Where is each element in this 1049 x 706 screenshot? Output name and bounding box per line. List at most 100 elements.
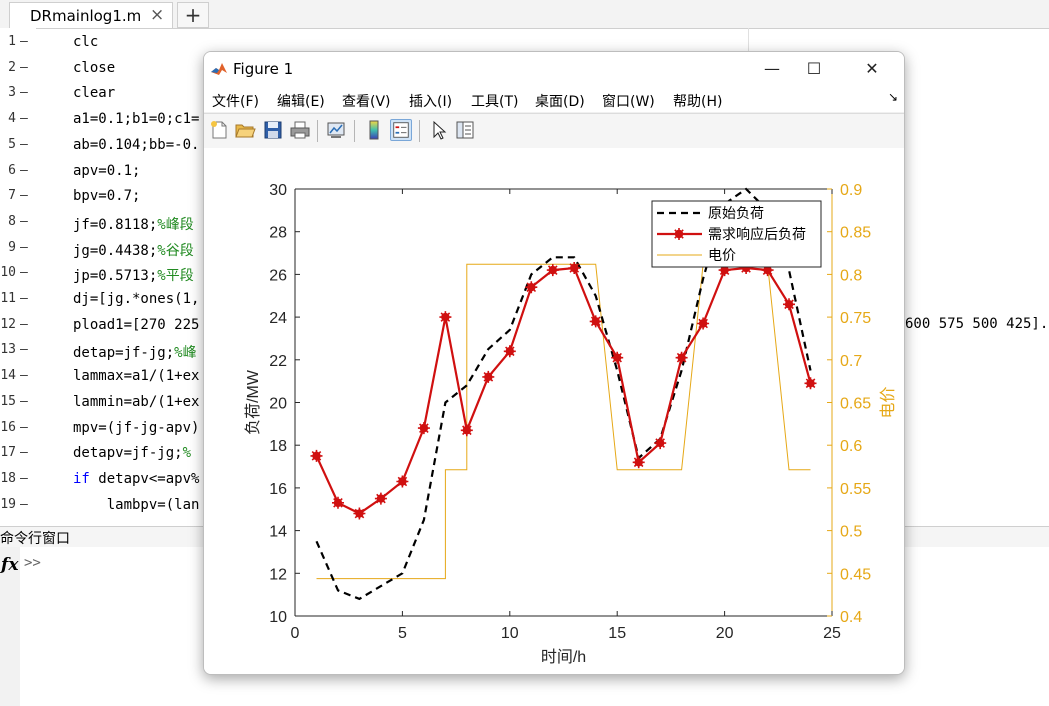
maximize-button[interactable]: ☐ xyxy=(794,56,834,82)
link-plot-icon[interactable] xyxy=(325,119,347,141)
line-number: 7 xyxy=(8,188,16,204)
keyword: if xyxy=(73,470,90,487)
y-tick-label-left: 26 xyxy=(269,267,287,284)
code-text: jp=0.5713; xyxy=(73,268,158,285)
code-line[interactable]: detap=jf-jg;%峰 xyxy=(73,342,197,362)
tab-close-icon[interactable]: × xyxy=(150,5,164,25)
legend-marker-dr-rays xyxy=(673,228,685,240)
code-line[interactable]: clear xyxy=(73,85,115,101)
code-text: lammax=a1/(1+ex xyxy=(73,368,200,385)
dr-load-marker-rays xyxy=(525,281,538,294)
breakpoint-marker[interactable]: — xyxy=(20,85,28,100)
line-number: 11 xyxy=(0,291,16,306)
code-line[interactable]: lambpv=(lan xyxy=(73,497,200,513)
code-line[interactable]: jg=0.4438;%谷段 xyxy=(73,240,194,260)
dock-arrow-icon[interactable]: ↘ xyxy=(888,90,898,104)
code-text: detapv<=apv% xyxy=(89,470,200,487)
y-tick-label-left: 16 xyxy=(269,481,287,498)
open-file-icon[interactable] xyxy=(234,119,256,141)
code-line[interactable]: jf=0.8118;%峰段 xyxy=(73,214,194,234)
figure-canvas[interactable]: 0 5 10 15 20 25 10 12 14 16 18 20 22 24 26 28 30 0.4 0.45 0… xyxy=(204,148,904,674)
menu-edit[interactable]: 编辑(E) xyxy=(277,91,325,111)
menu-desktop[interactable]: 桌面(D) xyxy=(535,91,585,111)
minimize-button[interactable]: — xyxy=(752,56,792,82)
breakpoint-marker[interactable]: — xyxy=(20,188,28,203)
code-line[interactable]: lammax=a1/(1+ex xyxy=(73,368,199,384)
breakpoint-marker[interactable]: — xyxy=(20,137,28,152)
editor-tab-bar: DRmainlog1.m × + xyxy=(0,0,1049,29)
figure-window[interactable]: Figure 1 — ☐ ✕ 文件(F) 编辑(E) 查看(V) 插入(I) 工… xyxy=(203,51,905,675)
line-number: 18 xyxy=(0,470,16,486)
command-window-title: 命令行窗口 xyxy=(0,531,70,547)
x-axis-label: 时间/h xyxy=(541,648,586,666)
code-line[interactable]: detapv=jf-jg;% xyxy=(73,445,191,461)
code-line[interactable]: if detapv<=apv% xyxy=(73,471,199,487)
toolbar-separator xyxy=(419,120,420,142)
save-icon[interactable] xyxy=(262,119,284,141)
line-number: 1 xyxy=(8,34,16,49)
code-comment: %峰段 xyxy=(157,216,194,233)
code-text: close xyxy=(73,59,116,76)
load-price-chart[interactable]: 0 5 10 15 20 25 10 12 14 16 18 20 22 24 26 28 30 0.4 0.45 0… xyxy=(204,148,904,674)
breakpoint-marker[interactable]: — xyxy=(20,214,28,229)
legend-icon[interactable] xyxy=(390,119,412,141)
y-tick-label-right: 0.6 xyxy=(840,438,862,455)
breakpoint-marker[interactable]: — xyxy=(20,368,28,383)
matlab-logo-icon xyxy=(210,60,228,78)
code-line[interactable]: close xyxy=(73,60,115,76)
code-line[interactable]: lammin=ab/(1+ex xyxy=(73,394,199,410)
code-text: pload1=[270 225 xyxy=(73,316,200,333)
code-line[interactable]: ab=0.104;bb=-0. xyxy=(73,137,199,153)
breakpoint-marker[interactable]: — xyxy=(20,60,28,75)
code-line[interactable]: mpv=(jf-jg-apv) xyxy=(73,420,199,436)
y-tick-label-right: 0.7 xyxy=(840,353,862,370)
menu-tools[interactable]: 工具(T) xyxy=(471,91,518,111)
colorbar-icon[interactable] xyxy=(363,119,385,141)
dr-load-marker-rays xyxy=(804,377,817,390)
breakpoint-marker[interactable]: — xyxy=(20,420,28,435)
print-icon[interactable] xyxy=(289,119,311,141)
menu-insert[interactable]: 插入(I) xyxy=(409,91,452,111)
line-number: 19 xyxy=(0,496,16,512)
new-figure-icon[interactable] xyxy=(208,119,230,141)
code-line[interactable]: pload1=[270 225 xyxy=(73,317,199,333)
close-button[interactable]: ✕ xyxy=(852,56,892,82)
code-line[interactable]: bpv=0.7; xyxy=(73,188,140,204)
tab-drmainlog1[interactable]: DRmainlog1.m × xyxy=(9,2,173,28)
menu-view[interactable]: 查看(V) xyxy=(342,91,391,111)
menu-file[interactable]: 文件(F) xyxy=(212,91,259,111)
breakpoint-marker[interactable]: — xyxy=(20,394,28,409)
property-inspector-icon[interactable] xyxy=(454,119,476,141)
pointer-icon[interactable] xyxy=(428,119,450,141)
x-tick-label: 10 xyxy=(501,625,519,642)
y-tick-label-right: 0.4 xyxy=(840,609,862,626)
code-line[interactable]: dj=[jg.*ones(1, xyxy=(73,291,199,307)
line-number: 6 xyxy=(8,162,16,178)
breakpoint-marker[interactable]: — xyxy=(20,240,28,255)
code-line[interactable]: jp=0.5713;%平段 xyxy=(73,265,194,285)
y-tick-label-right: 0.45 xyxy=(840,566,871,583)
breakpoint-marker[interactable]: — xyxy=(20,265,28,280)
menu-help[interactable]: 帮助(H) xyxy=(673,91,722,111)
breakpoint-marker[interactable]: — xyxy=(20,317,28,332)
code-text: jg=0.4438; xyxy=(73,242,158,259)
breakpoint-marker[interactable]: — xyxy=(20,291,28,306)
breakpoint-marker[interactable]: — xyxy=(20,163,28,178)
code-line[interactable]: apv=0.1; xyxy=(73,163,140,179)
code-text: a1=0.1;b1=0;c1= xyxy=(73,111,200,128)
code-line[interactable]: clc xyxy=(73,34,98,50)
breakpoint-marker[interactable]: — xyxy=(20,342,28,357)
code-line[interactable]: a1=0.1;b1=0;c1= xyxy=(73,111,199,127)
breakpoint-marker[interactable]: — xyxy=(20,497,28,512)
breakpoint-marker[interactable]: — xyxy=(20,34,28,49)
figure-titlebar[interactable]: Figure 1 — ☐ ✕ xyxy=(204,52,904,86)
fx-icon[interactable]: fx xyxy=(1,555,18,575)
breakpoint-marker[interactable]: — xyxy=(20,445,28,460)
add-tab-button[interactable]: + xyxy=(177,2,209,28)
legend-label: 需求响应后负荷 xyxy=(708,226,806,242)
breakpoint-marker[interactable]: — xyxy=(20,111,28,126)
y-tick-label-left: 24 xyxy=(269,310,287,327)
menu-window[interactable]: 窗口(W) xyxy=(602,91,655,111)
breakpoint-marker[interactable]: — xyxy=(20,471,28,486)
y-tick-label-right: 0.8 xyxy=(840,267,862,284)
